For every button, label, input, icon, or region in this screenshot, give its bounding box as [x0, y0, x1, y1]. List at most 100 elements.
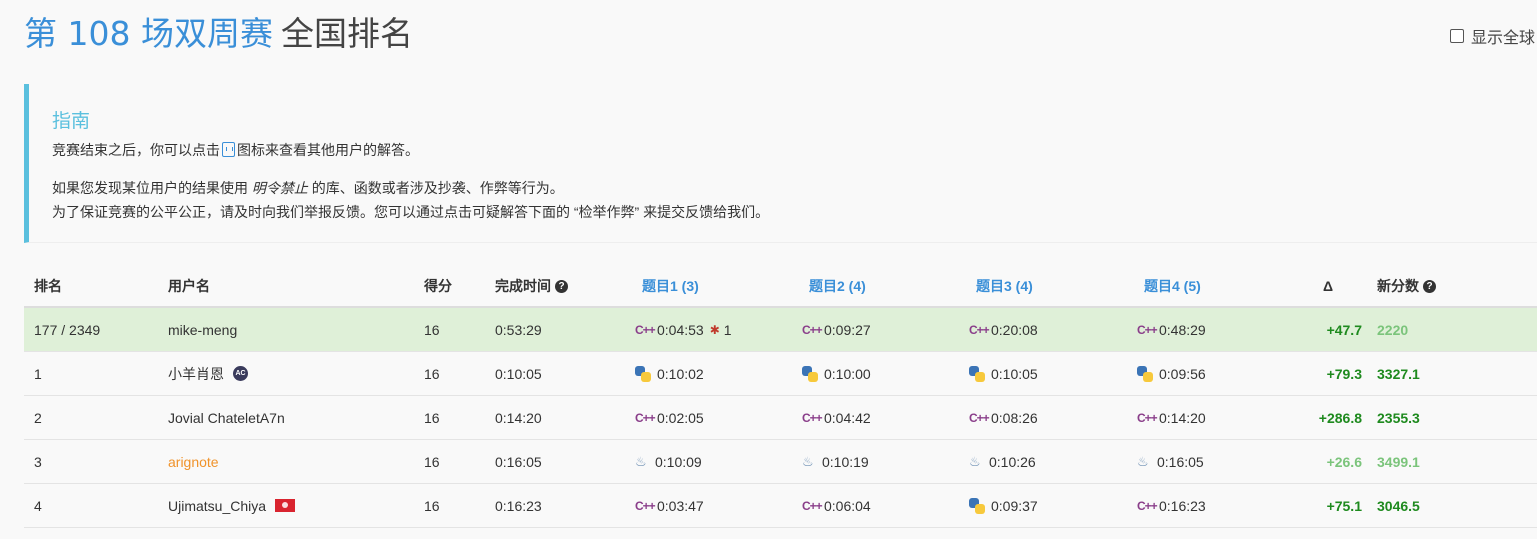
- question-1-submission[interactable]: C++ 0:02:05: [635, 396, 704, 439]
- question-2-submission[interactable]: C++ 0:04:42: [802, 396, 871, 439]
- question-3-submission[interactable]: C++ 0:08:26: [969, 396, 1038, 439]
- cpp-icon: C++: [635, 410, 656, 425]
- submission-time: 0:10:19: [822, 453, 869, 470]
- cpp-icon: C++: [1137, 322, 1158, 337]
- table-row: 1 小羊肖恩 AC 16 0:10:05 0:10:02 0:10:00 0:1…: [24, 352, 1537, 396]
- score-cell: 16: [424, 497, 440, 514]
- submission-time: 0:10:02: [657, 365, 704, 382]
- guardian-badge-icon: AC: [233, 366, 248, 381]
- table-row: 3 arignote 16 0:16:05 ♨ 0:10:09 ♨ 0:10:1…: [24, 440, 1537, 484]
- guide-line-1: 竞赛结束之后，你可以点击 图标来查看其他用户的解答。: [52, 139, 419, 161]
- username-text[interactable]: Ujimatsu_Chiya: [168, 498, 266, 514]
- question-4-submission[interactable]: 0:09:56: [1137, 352, 1206, 395]
- cpp-icon: C++: [969, 322, 990, 337]
- question-1-submission[interactable]: ♨ 0:10:09: [635, 440, 702, 483]
- show-global-toggle[interactable]: 显示全球: [1450, 24, 1535, 48]
- cpp-icon: C++: [635, 322, 656, 337]
- rating-delta: +47.7: [1326, 321, 1362, 338]
- header-delta: Δ: [1322, 278, 1334, 294]
- username-text[interactable]: 小羊肖恩: [168, 364, 224, 384]
- guide-line-1-after: 图标来查看其他用户的解答。: [237, 142, 419, 158]
- new-rating: 2220: [1377, 321, 1409, 338]
- header-user: 用户名: [168, 278, 210, 294]
- new-rating: 3046.5: [1377, 497, 1420, 514]
- show-global-checkbox[interactable]: [1450, 29, 1464, 43]
- ranking-table: 排名 用户名 得分 完成时间? 题目1 (3) 题目2 (4) 题目3 (4) …: [24, 266, 1537, 528]
- contest-ranking-page: 第 108 场双周赛 全国排名 显示全球 指南 竞赛结束之后，你可以点击 图标来查看…: [0, 0, 1537, 539]
- question-2-submission[interactable]: C++ 0:09:27: [802, 308, 871, 351]
- cpp-icon: C++: [1137, 498, 1158, 513]
- submission-time: 0:10:26: [989, 453, 1036, 470]
- header-question-2[interactable]: 题目2 (4): [802, 266, 866, 306]
- question-1-submission[interactable]: C++ 0:03:47: [635, 484, 704, 527]
- show-global-label: 显示全球: [1471, 30, 1536, 47]
- score-cell: 16: [424, 365, 440, 382]
- java-icon: ♨: [1137, 453, 1149, 469]
- finish-time-cell: 0:16:05: [495, 453, 542, 470]
- finish-time-cell: 0:53:29: [495, 321, 542, 338]
- header-question-4[interactable]: 题目4 (5): [1137, 266, 1201, 306]
- rank-cell: 3: [34, 453, 42, 470]
- username-link[interactable]: Jovial ChateletA7n: [168, 396, 285, 439]
- question-3-submission[interactable]: 0:09:37: [969, 484, 1038, 527]
- table-header: 排名 用户名 得分 完成时间? 题目1 (3) 题目2 (4) 题目3 (4) …: [24, 266, 1537, 308]
- username-link[interactable]: mike-meng: [168, 308, 237, 351]
- guide-line-2-emphasis: 明令禁止: [251, 180, 308, 196]
- python-icon: [802, 365, 818, 382]
- submission-time: 0:10:05: [991, 365, 1038, 382]
- question-circle-icon[interactable]: ?: [555, 279, 568, 293]
- question-1-submission[interactable]: C++ 0:04:53 ✱ 1: [635, 308, 732, 351]
- question-1-submission[interactable]: 0:10:02: [635, 352, 704, 395]
- question-2-submission[interactable]: 0:10:00: [802, 352, 871, 395]
- guide-line-2: 如果您发现某位用户的结果使用 明令禁止 的库、函数或者涉及抄袭、作弊等行为。: [52, 177, 564, 199]
- submission-time: 0:14:20: [1159, 409, 1206, 426]
- header-rank: 排名: [34, 278, 62, 294]
- header-new-rating-label: 新分数: [1377, 278, 1419, 294]
- rating-delta: +26.6: [1326, 453, 1362, 470]
- table-row: 2 Jovial ChateletA7n 16 0:14:20 C++ 0:02…: [24, 396, 1537, 440]
- question-3-submission[interactable]: C++ 0:20:08: [969, 308, 1038, 351]
- rank-cell: 4: [34, 497, 42, 514]
- rank-cell: 1: [34, 365, 42, 382]
- submission-time: 0:04:53: [657, 321, 704, 338]
- cpp-icon: C++: [802, 410, 823, 425]
- question-3-submission[interactable]: 0:10:05: [969, 352, 1038, 395]
- java-icon: ♨: [802, 453, 814, 469]
- submission-time: 0:09:37: [991, 497, 1038, 514]
- new-rating: 3327.1: [1377, 365, 1420, 382]
- header-question-3[interactable]: 题目3 (4): [969, 266, 1033, 306]
- guide-panel: 指南 竞赛结束之后，你可以点击 图标来查看其他用户的解答。 如果您发现某位用户的结…: [24, 84, 1537, 243]
- contest-name-link[interactable]: 第 108 场双周赛: [24, 14, 273, 53]
- question-4-submission[interactable]: C++ 0:14:20: [1137, 396, 1206, 439]
- username-link[interactable]: Ujimatsu_Chiya: [168, 484, 296, 527]
- cpp-icon: C++: [1137, 410, 1158, 425]
- question-circle-icon[interactable]: ?: [1423, 279, 1436, 293]
- question-4-submission[interactable]: C++ 0:16:23: [1137, 484, 1206, 527]
- python-icon: [969, 365, 985, 382]
- header-score: 得分: [424, 278, 452, 294]
- java-icon: ♨: [969, 453, 981, 469]
- question-2-submission[interactable]: ♨ 0:10:19: [802, 440, 869, 483]
- username-link[interactable]: arignote: [168, 440, 219, 483]
- submission-time: 0:02:05: [657, 409, 704, 426]
- page-title: 第 108 场双周赛 全国排名: [24, 12, 413, 56]
- python-icon: [1137, 365, 1153, 382]
- wrong-attempts-count: 1: [723, 321, 732, 338]
- bug-icon: ✱: [709, 322, 720, 337]
- question-2-submission[interactable]: C++ 0:06:04: [802, 484, 871, 527]
- username-link[interactable]: 小羊肖恩 AC: [168, 352, 248, 395]
- my-ranking-row: 177 / 2349 mike-meng 16 0:53:29 C++ 0:04…: [24, 308, 1537, 352]
- java-icon: ♨: [635, 453, 647, 469]
- header-question-1[interactable]: 题目1 (3): [635, 266, 699, 306]
- submission-time: 0:09:27: [824, 321, 871, 338]
- rating-delta: +75.1: [1326, 497, 1362, 514]
- cpp-icon: C++: [802, 322, 823, 337]
- question-3-submission[interactable]: ♨ 0:10:26: [969, 440, 1036, 483]
- header-finish-time-label: 完成时间: [495, 278, 551, 294]
- submission-time: 0:20:08: [991, 321, 1038, 338]
- cpp-icon: C++: [969, 410, 990, 425]
- question-4-submission[interactable]: C++ 0:48:29: [1137, 308, 1206, 351]
- submission-time: 0:08:26: [991, 409, 1038, 426]
- guide-line-2-before: 如果您发现某位用户的结果使用: [52, 180, 248, 196]
- question-4-submission[interactable]: ♨ 0:16:05: [1137, 440, 1204, 483]
